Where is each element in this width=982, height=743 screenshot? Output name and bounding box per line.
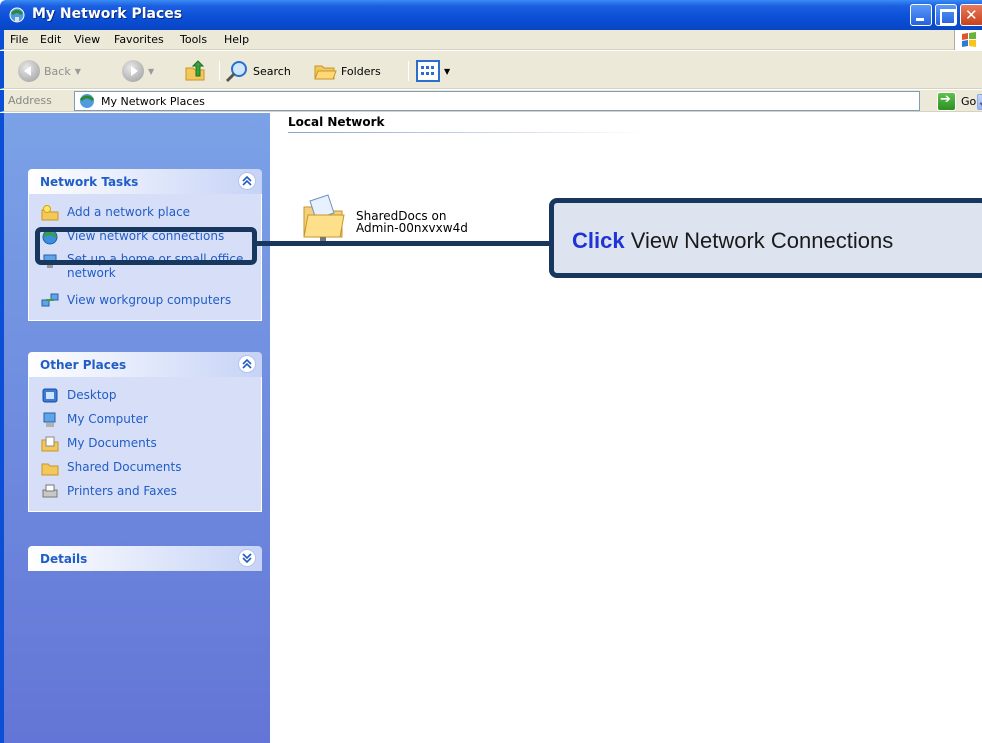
- address-bar: Address My Network Places Go: [0, 90, 982, 112]
- back-label: Back: [44, 64, 71, 78]
- details-panel: Details: [28, 546, 262, 571]
- place-printers-and-faxes[interactable]: Printers and Faxes: [29, 481, 261, 505]
- search-button[interactable]: Search: [225, 58, 291, 84]
- chevron-down-icon: [242, 553, 252, 563]
- menu-favorites[interactable]: Favorites: [114, 33, 164, 46]
- place-label: Shared Documents: [67, 460, 182, 474]
- address-label: Address: [8, 94, 52, 107]
- task-label: Add a network place: [67, 205, 191, 219]
- forward-arrow-icon: [122, 60, 144, 82]
- go-button[interactable]: Go: [937, 91, 976, 111]
- place-my-documents[interactable]: My Documents: [29, 433, 261, 457]
- search-label: Search: [253, 64, 291, 78]
- my-computer-icon: [43, 412, 56, 427]
- place-label: My Documents: [67, 436, 157, 450]
- network-share-line2: Admin-00nxvxw4d: [356, 221, 468, 235]
- menu-file[interactable]: File: [10, 33, 28, 46]
- title-bar[interactable]: My Network Places: [0, 0, 982, 30]
- task-view-workgroup-computers[interactable]: View workgroup computers: [29, 290, 261, 314]
- shared-folder-icon: [41, 463, 59, 476]
- views-dropdown-icon[interactable]: ▼: [444, 67, 450, 76]
- other-places-title: Other Places: [40, 358, 127, 372]
- address-dropdown-button[interactable]: [977, 94, 982, 110]
- menu-help[interactable]: Help: [224, 33, 249, 46]
- folders-icon: [314, 65, 337, 80]
- toolbar: Back ▼ ▼ Search Folders ▼: [0, 51, 982, 89]
- back-button[interactable]: Back ▼: [18, 58, 81, 84]
- my-documents-icon: [41, 436, 59, 452]
- printer-icon: [42, 484, 58, 498]
- windows-flag-icon: [962, 32, 976, 47]
- maximize-button[interactable]: [935, 4, 957, 26]
- callout-action: Click: [572, 228, 625, 253]
- place-shared-documents[interactable]: Shared Documents: [29, 457, 261, 481]
- windows-logo: [954, 30, 982, 50]
- place-desktop[interactable]: Desktop: [29, 385, 261, 409]
- other-places-header[interactable]: Other Places: [28, 352, 262, 377]
- toolbar-separator: [219, 61, 220, 81]
- up-folder-icon: [185, 60, 205, 81]
- go-arrow-icon: [937, 91, 956, 111]
- network-share-label: SharedDocs on Admin-00nxvxw4d: [356, 210, 468, 234]
- chevron-up-icon: [242, 359, 252, 369]
- callout-text: Click View Network Connections: [572, 228, 893, 254]
- network-places-icon: [79, 94, 95, 108]
- network-tasks-header[interactable]: Network Tasks: [28, 169, 262, 194]
- folders-button[interactable]: Folders: [313, 58, 381, 84]
- address-value: My Network Places: [101, 95, 205, 108]
- up-folder-button[interactable]: [184, 58, 208, 84]
- callout-box: Click View Network Connections: [549, 198, 982, 278]
- chevron-up-icon: [242, 176, 252, 186]
- task-add-network-place[interactable]: Add a network place: [29, 202, 261, 226]
- add-network-place-icon: [41, 205, 59, 221]
- network-places-icon: [9, 7, 25, 23]
- other-places-body: Desktop My Computer My Documents Shared …: [28, 377, 262, 512]
- address-input[interactable]: My Network Places: [74, 91, 982, 111]
- collapse-button[interactable]: [238, 355, 256, 373]
- search-icon: [225, 61, 247, 83]
- callout-instruction: View Network Connections: [630, 228, 894, 253]
- views-button[interactable]: ▼: [416, 58, 450, 84]
- other-places-panel: Other Places Desktop My Computer My Docu…: [28, 352, 262, 512]
- place-label: Printers and Faxes: [67, 484, 177, 498]
- task-pane: Network Tasks Add a network place View n…: [0, 113, 270, 743]
- details-title: Details: [40, 552, 88, 566]
- workgroup-computers-icon: [41, 293, 59, 307]
- views-icon: [416, 60, 440, 82]
- back-dropdown-icon[interactable]: ▼: [75, 67, 81, 76]
- callout-connector: [257, 241, 553, 246]
- forward-button[interactable]: ▼: [122, 58, 154, 84]
- menu-tools[interactable]: Tools: [180, 33, 207, 46]
- folders-label: Folders: [341, 64, 381, 78]
- group-header: Local Network: [288, 115, 385, 129]
- back-arrow-icon: [18, 60, 40, 82]
- close-button[interactable]: [960, 4, 982, 26]
- minimize-button[interactable]: [910, 4, 932, 26]
- menu-edit[interactable]: Edit: [40, 33, 61, 46]
- details-header[interactable]: Details: [28, 546, 262, 571]
- collapse-button[interactable]: [238, 172, 256, 190]
- expand-button[interactable]: [238, 549, 256, 567]
- go-label: Go: [961, 94, 977, 108]
- window-title: My Network Places: [32, 6, 183, 22]
- group-divider: [288, 132, 648, 133]
- menu-view[interactable]: View: [74, 33, 100, 46]
- highlight-box: [35, 227, 257, 265]
- toolbar-separator: [408, 61, 409, 81]
- task-label: View workgroup computers: [67, 293, 232, 307]
- network-tasks-title: Network Tasks: [40, 175, 139, 189]
- desktop-icon: [42, 388, 58, 403]
- menu-bar: File Edit View Favorites Tools Help: [0, 30, 982, 50]
- place-label: My Computer: [67, 412, 148, 426]
- place-label: Desktop: [67, 388, 117, 402]
- forward-dropdown-icon[interactable]: ▼: [148, 67, 154, 76]
- place-my-computer[interactable]: My Computer: [29, 409, 261, 433]
